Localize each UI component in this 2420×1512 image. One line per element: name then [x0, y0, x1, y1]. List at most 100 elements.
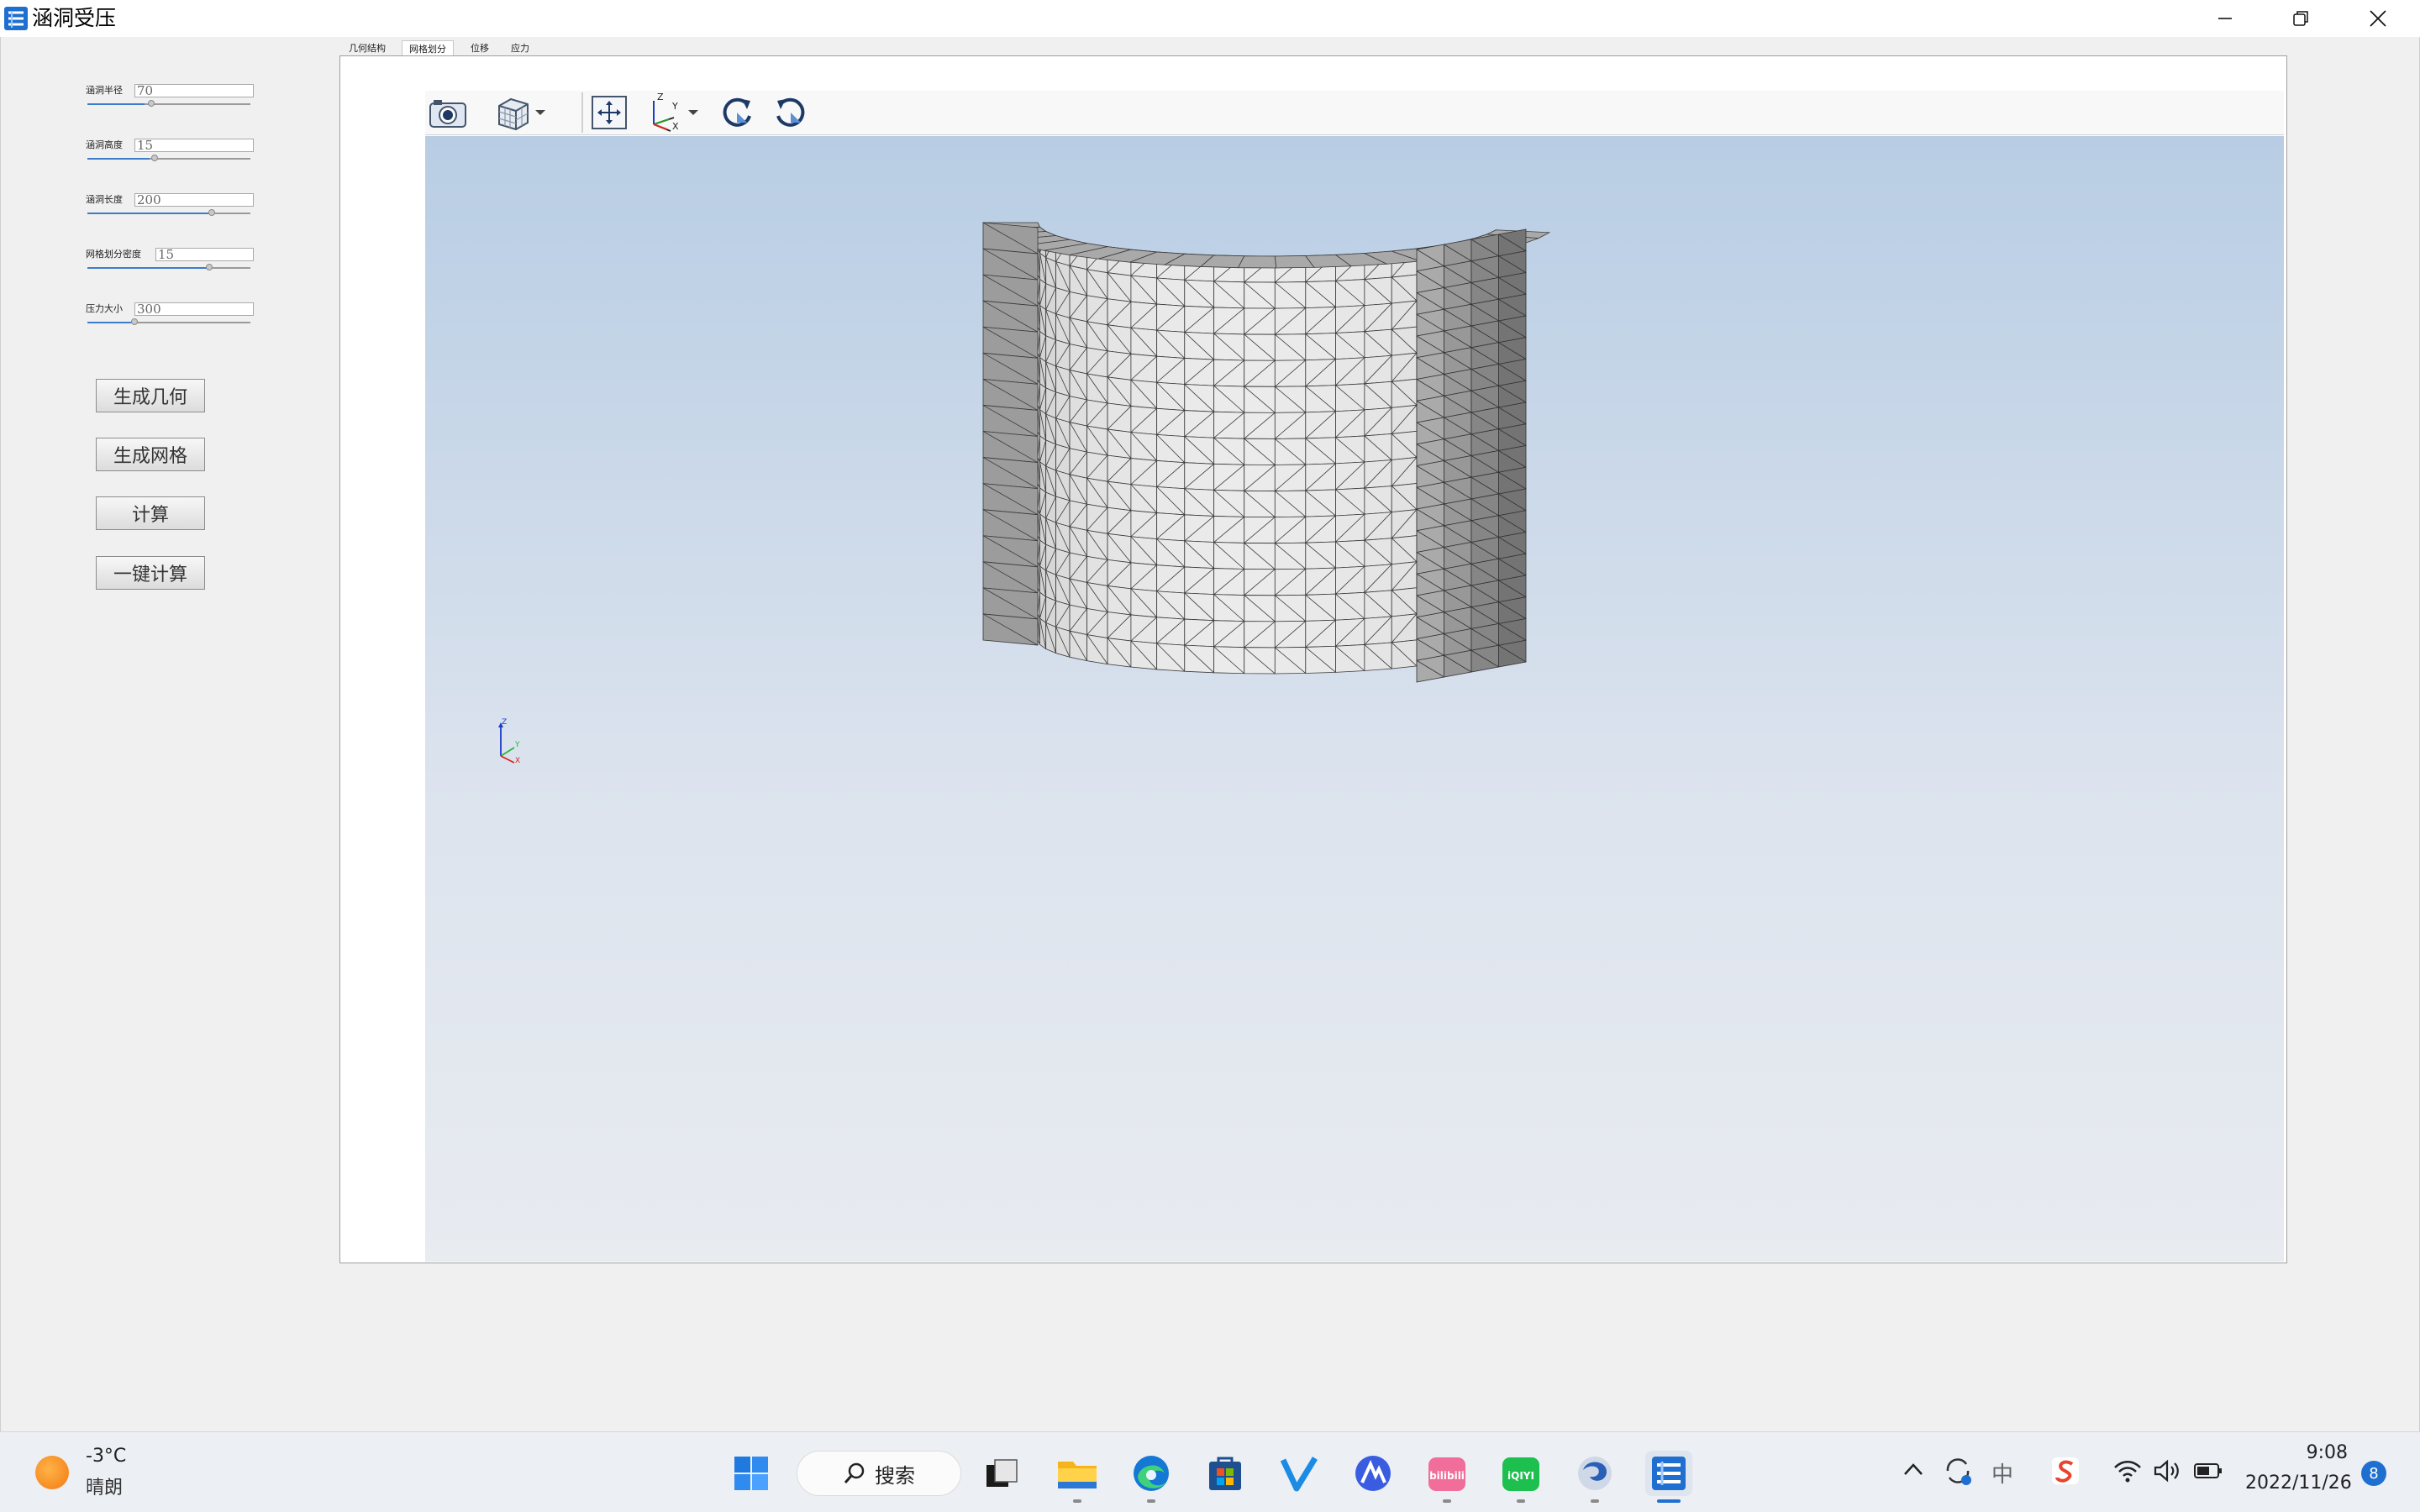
close-button[interactable]	[2339, 0, 2417, 37]
restore-icon	[2293, 11, 2308, 26]
wifi-button[interactable]	[2112, 1457, 2143, 1488]
running-indicator	[1591, 1499, 1599, 1503]
tab-displacement[interactable]: 位移	[462, 40, 497, 55]
active-indicator	[1657, 1499, 1681, 1503]
taskbar-iqiyi[interactable]: iQIYI	[1497, 1451, 1544, 1496]
swirl-app-icon	[1578, 1457, 1612, 1490]
clock-date[interactable]: 2022/11/26	[2245, 1473, 2352, 1494]
fit-view-button[interactable]	[588, 94, 630, 131]
mesh-density-slider-fill	[87, 267, 207, 269]
pressure-slider[interactable]	[87, 322, 250, 323]
toolbar-separator	[581, 92, 583, 133]
taskbar-app-v[interactable]	[1276, 1451, 1323, 1496]
weather-description[interactable]: 晴朗	[86, 1473, 123, 1499]
pressure-input[interactable]: 300	[134, 302, 254, 316]
length-input[interactable]: 200	[134, 193, 254, 207]
height-input[interactable]: 15	[134, 139, 254, 152]
windows-start-icon	[734, 1457, 768, 1490]
minimize-button[interactable]	[2186, 0, 2264, 37]
axes-icon: Z Y X	[653, 92, 679, 132]
pressure-slider-thumb[interactable]	[131, 318, 138, 325]
search-icon	[844, 1462, 865, 1483]
mesh-density-slider-thumb[interactable]	[206, 264, 213, 270]
fit-view-icon	[592, 96, 627, 129]
generate-mesh-button[interactable]: 生成网格	[96, 438, 205, 471]
axis-label-y: Y	[514, 741, 520, 749]
radius-input[interactable]: 70	[134, 84, 254, 97]
param-label-radius: 涵洞半径	[86, 85, 123, 96]
tab-mesh[interactable]: 网格划分	[402, 40, 454, 56]
folder-icon	[1058, 1462, 1097, 1488]
taskbar-app-a[interactable]	[1349, 1451, 1397, 1496]
clock-time[interactable]: 9:08	[2252, 1442, 2348, 1463]
axes-button[interactable]: Z Y X	[645, 92, 709, 133]
running-indicator	[1443, 1499, 1451, 1503]
start-button[interactable]	[728, 1451, 775, 1496]
3d-viewport[interactable]: Z Y X	[425, 136, 2284, 1262]
compute-button[interactable]: 计算	[96, 496, 205, 530]
camera-icon	[429, 100, 466, 128]
battery-button[interactable]	[2193, 1459, 2223, 1486]
radius-slider-fill	[87, 103, 145, 105]
radius-slider[interactable]	[87, 103, 250, 105]
taskbar-bilibili[interactable]: bilibili	[1423, 1451, 1470, 1496]
rotate-ccw-button[interactable]	[770, 94, 812, 131]
height-slider-thumb[interactable]	[151, 155, 158, 161]
v-app-icon	[1280, 1457, 1318, 1492]
store-icon	[1209, 1457, 1241, 1490]
viewer-toolbar: Z Y X	[425, 91, 2284, 135]
taskbar-edge[interactable]	[1128, 1451, 1175, 1496]
culvert-mesh-render	[982, 222, 1551, 683]
param-label-height: 涵洞高度	[86, 139, 123, 150]
length-slider[interactable]	[87, 213, 250, 214]
generate-geometry-button[interactable]: 生成几何	[96, 379, 205, 412]
rotate-cw-icon	[723, 97, 751, 127]
mesh-density-input[interactable]: 15	[155, 248, 254, 261]
minimize-icon	[2218, 18, 2232, 19]
running-indicator	[1147, 1499, 1155, 1503]
rotate-cw-button[interactable]	[716, 94, 758, 131]
weather-temperature[interactable]: -3°C	[86, 1446, 126, 1467]
mesh-density-slider[interactable]	[87, 267, 250, 269]
radius-slider-thumb[interactable]	[148, 100, 155, 107]
length-slider-fill	[87, 213, 208, 214]
a-app-icon	[1355, 1456, 1391, 1491]
tab-stress[interactable]: 应力	[502, 40, 538, 55]
battery-icon	[2194, 1463, 2222, 1478]
bilibili-icon: bilibili	[1428, 1457, 1465, 1491]
title-bar: 涵洞受压	[0, 0, 2420, 37]
one-click-compute-button[interactable]: 一键计算	[96, 556, 205, 590]
ime-indicator[interactable]: 中	[1991, 1457, 2013, 1488]
orientation-axes-triad: Z Y X	[498, 718, 520, 765]
taskbar-store[interactable]	[1202, 1451, 1249, 1496]
height-slider[interactable]	[87, 158, 250, 160]
sync-tray-button[interactable]	[1941, 1454, 1975, 1491]
volume-icon	[2154, 1459, 2179, 1483]
running-indicator	[1517, 1499, 1525, 1503]
task-view-button[interactable]	[978, 1451, 1025, 1496]
sogou-tray-button[interactable]	[2050, 1456, 2081, 1489]
taskbar: -3°C 晴朗 搜索 bilibili iQIYI 中 9:08 2022/11…	[0, 1431, 2420, 1512]
screenshot-button[interactable]	[427, 94, 469, 131]
view-mode-button[interactable]	[494, 94, 558, 131]
taskbar-app-swirl[interactable]	[1571, 1451, 1618, 1496]
svg-text:bilibili: bilibili	[1429, 1470, 1465, 1482]
task-view-icon	[986, 1459, 1018, 1487]
length-slider-thumb[interactable]	[208, 209, 215, 216]
tab-geometry[interactable]: 几何结构	[343, 40, 392, 55]
height-slider-fill	[87, 158, 150, 160]
search-box[interactable]: 搜索	[797, 1451, 961, 1496]
restore-button[interactable]	[2262, 0, 2339, 37]
param-label-length: 涵洞长度	[86, 194, 123, 205]
param-label-mesh-density: 网格划分密度	[86, 249, 141, 260]
svg-text:iQIYI: iQIYI	[1507, 1470, 1534, 1482]
taskbar-culvert-app[interactable]	[1645, 1451, 1692, 1496]
app-icon	[3, 6, 29, 31]
wifi-icon	[2114, 1461, 2141, 1483]
weather-sun-icon[interactable]	[35, 1456, 69, 1489]
volume-button[interactable]	[2153, 1457, 2181, 1488]
notification-badge[interactable]: 8	[2361, 1461, 2386, 1486]
svg-text:Z: Z	[657, 92, 664, 102]
taskbar-file-explorer[interactable]	[1054, 1451, 1101, 1496]
show-hidden-icons-button[interactable]	[1901, 1457, 1926, 1486]
